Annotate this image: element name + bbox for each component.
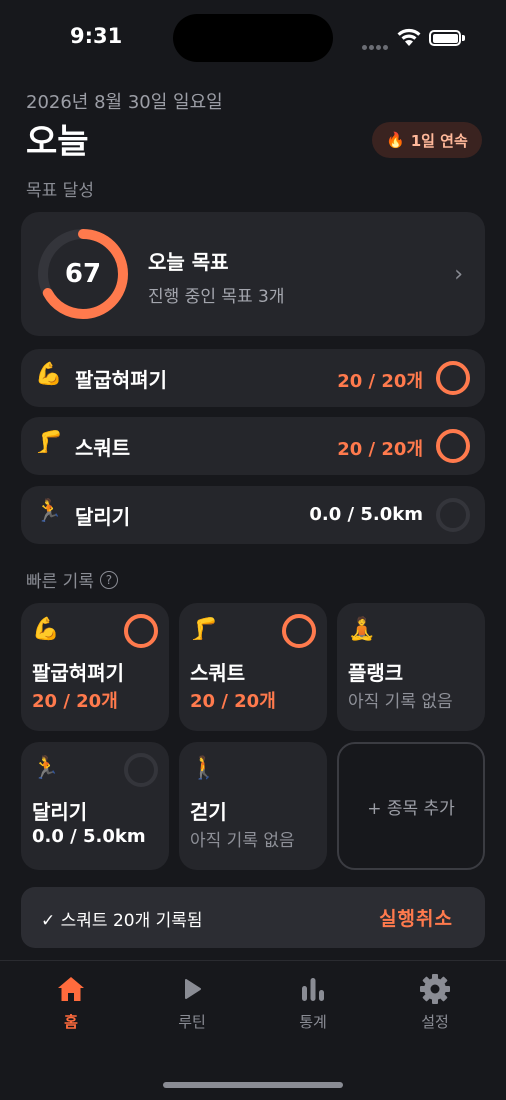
quick-log-plank[interactable]: 🧘 플랭크 아직 기록 없음 xyxy=(337,603,485,731)
tab-label: 통계 xyxy=(299,1013,327,1031)
battery-icon xyxy=(429,30,461,46)
exercise-progress-ring xyxy=(436,429,470,463)
toast-message: ✓ 스쿼트 20개 기록됨 xyxy=(41,911,203,931)
tab-bar: 홈 루틴 통계 설정 xyxy=(0,960,506,1100)
quick-log-section-label: 빠른 기록 ? xyxy=(26,567,118,592)
walker-icon: 🚶 xyxy=(190,756,218,781)
battery-tip xyxy=(462,35,465,41)
tab-stats[interactable]: 통계 xyxy=(263,971,363,1032)
ring-progress xyxy=(282,614,316,648)
tab-label: 홈 xyxy=(64,1013,78,1031)
status-icons xyxy=(362,26,472,50)
exercise-progress: 20 / 20개 xyxy=(337,439,423,460)
quick-log-name: 팔굽혀펴기 xyxy=(32,661,124,685)
flexed-biceps-icon: 💪 xyxy=(32,617,60,642)
status-bar: 9:31 xyxy=(0,0,506,76)
runner-icon: 🏃 xyxy=(35,499,63,524)
exercise-row-squat[interactable]: 🦵 스쿼트 20 / 20개 xyxy=(21,417,485,475)
bar-chart-icon xyxy=(302,978,324,1001)
quick-log-label: 빠른 기록 xyxy=(26,572,94,592)
exercise-progress-ring xyxy=(436,498,470,532)
tab-routine[interactable]: 루틴 xyxy=(142,971,242,1032)
home-indicator xyxy=(163,1082,343,1088)
ring-progress xyxy=(436,429,470,463)
goal-title: 오늘 목표 xyxy=(148,250,229,274)
quick-log-name: 플랭크 xyxy=(348,661,404,685)
cellular-signal-icon xyxy=(362,35,390,50)
flexed-biceps-icon: 💪 xyxy=(35,362,63,387)
goal-section-label: 목표 달성 xyxy=(26,181,94,201)
undo-toast: ✓ 스쿼트 20개 기록됨 실행취소 xyxy=(21,887,485,948)
ring-track xyxy=(436,498,470,532)
daily-goal-card[interactable]: 67 오늘 목표 진행 중인 목표 3개 › xyxy=(21,212,485,336)
quick-log-squat[interactable]: 🦵 스쿼트 20 / 20개 xyxy=(179,603,327,731)
quick-progress-ring xyxy=(124,614,158,648)
add-exercise-button[interactable]: + 종목 추가 xyxy=(337,742,485,870)
ring-track xyxy=(124,753,158,787)
page-title: 오늘 xyxy=(26,122,89,162)
wifi-icon xyxy=(397,28,421,46)
quick-log-value: 아직 기록 없음 xyxy=(190,831,295,851)
quick-log-value: 0.0 / 5.0km xyxy=(32,826,146,847)
tab-settings[interactable]: 설정 xyxy=(385,971,485,1032)
quick-log-name: 걷기 xyxy=(190,800,227,824)
exercise-name: 팔굽혀펴기 xyxy=(75,368,167,392)
date-label: 2026년 8월 30일 일요일 xyxy=(26,92,223,113)
quick-log-name: 달리기 xyxy=(32,800,88,824)
leg-icon: 🦵 xyxy=(35,430,63,455)
quick-log-value: 아직 기록 없음 xyxy=(348,692,453,712)
help-icon[interactable]: ? xyxy=(99,570,118,589)
gear-icon xyxy=(420,974,450,1004)
exercise-name: 달리기 xyxy=(75,505,131,529)
chevron-right-icon: › xyxy=(454,262,463,287)
ring-progress xyxy=(124,614,158,648)
quick-log-value: 20 / 20개 xyxy=(32,691,118,712)
status-time: 9:31 xyxy=(70,24,123,48)
undo-button[interactable]: 실행취소 xyxy=(379,904,453,931)
exercise-name: 스쿼트 xyxy=(75,436,131,460)
runner-icon: 🏃 xyxy=(32,756,60,781)
goal-percent: 67 xyxy=(64,259,102,289)
streak-label: 1일 연속 xyxy=(410,131,468,150)
leg-icon: 🦵 xyxy=(190,617,218,642)
meditation-icon: 🧘 xyxy=(348,617,376,642)
streak-badge[interactable]: 🔥 1일 연속 xyxy=(372,122,482,158)
quick-progress-ring xyxy=(124,753,158,787)
quick-log-running[interactable]: 🏃 달리기 0.0 / 5.0km xyxy=(21,742,169,870)
exercise-progress: 0.0 / 5.0km xyxy=(309,504,423,525)
tab-label: 루틴 xyxy=(178,1013,206,1031)
dynamic-island xyxy=(173,14,333,62)
exercise-row-running[interactable]: 🏃 달리기 0.0 / 5.0km xyxy=(21,486,485,544)
play-icon xyxy=(185,979,201,999)
tab-label: 설정 xyxy=(421,1013,449,1031)
goal-subtitle: 진행 중인 목표 3개 xyxy=(148,287,285,307)
quick-progress-ring xyxy=(282,614,316,648)
quick-log-name: 스쿼트 xyxy=(190,661,246,685)
quick-log-value: 20 / 20개 xyxy=(190,691,276,712)
fire-icon: 🔥 xyxy=(386,131,405,149)
quick-log-pushups[interactable]: 💪 팔굽혀펴기 20 / 20개 xyxy=(21,603,169,731)
exercise-row-pushups[interactable]: 💪 팔굽혀펴기 20 / 20개 xyxy=(21,349,485,407)
ring-progress xyxy=(436,361,470,395)
quick-log-walking[interactable]: 🚶 걷기 아직 기록 없음 xyxy=(179,742,327,870)
exercise-progress: 20 / 20개 xyxy=(337,371,423,392)
home-icon xyxy=(58,977,84,1001)
tab-home[interactable]: 홈 xyxy=(21,971,121,1032)
exercise-progress-ring xyxy=(436,361,470,395)
